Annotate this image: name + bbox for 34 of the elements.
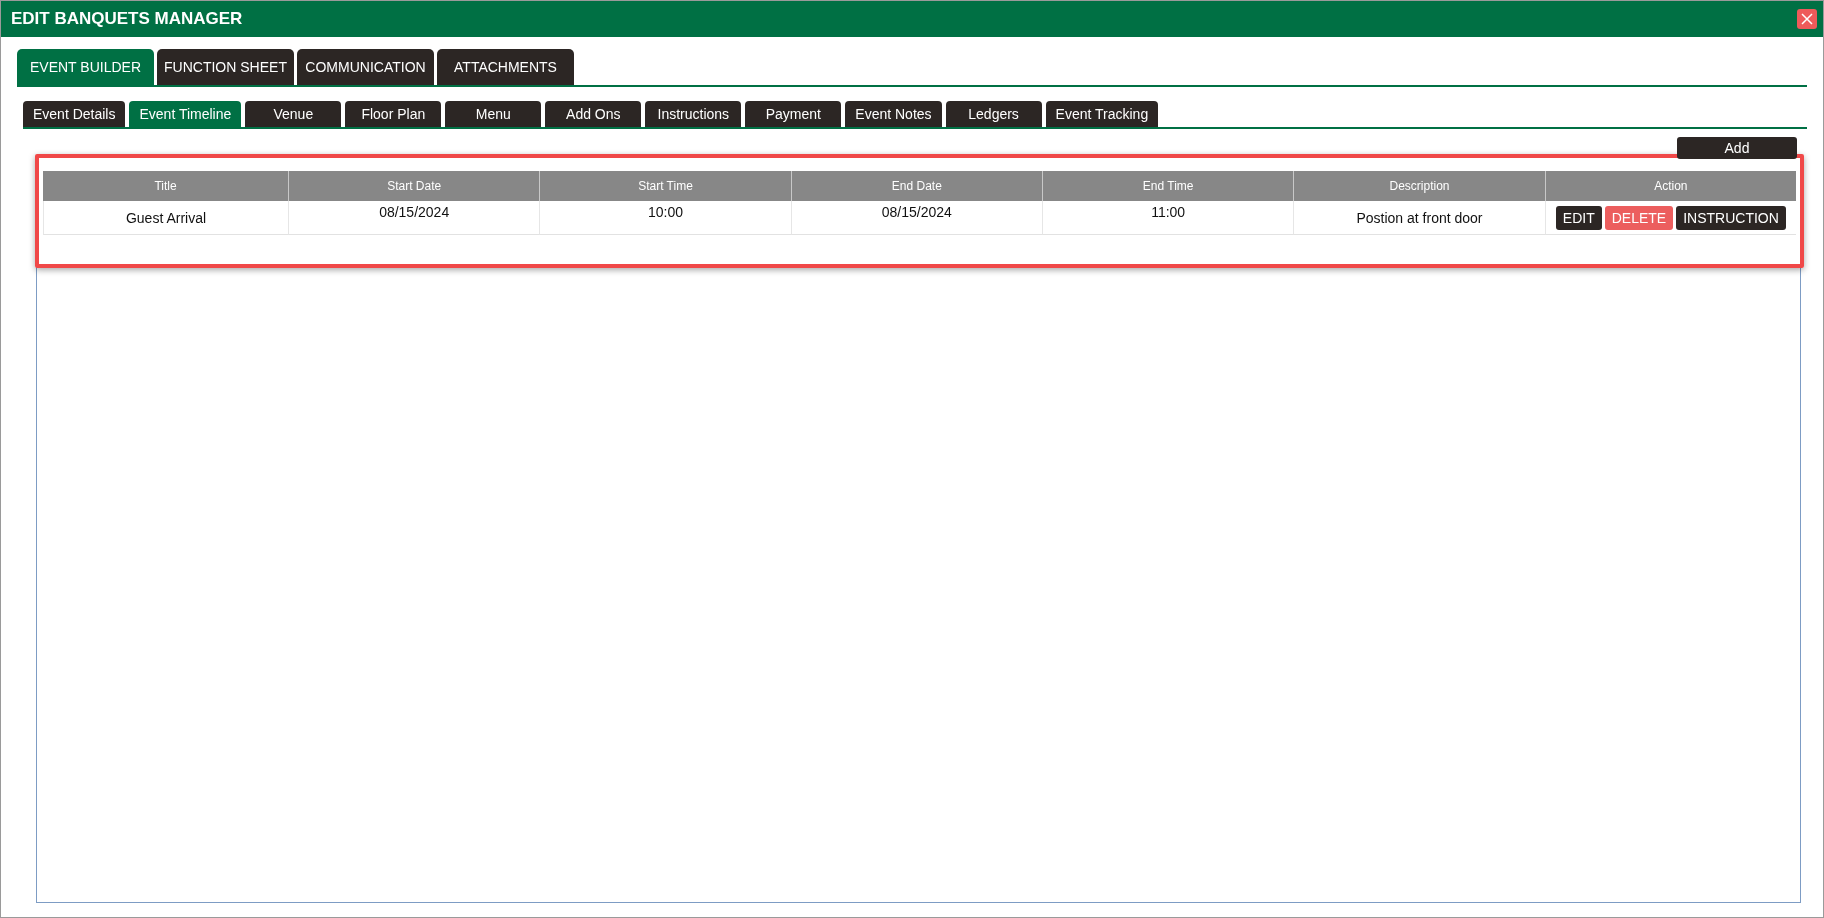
column-header: Title [43, 171, 288, 201]
column-header: End Time [1042, 171, 1294, 201]
close-button[interactable] [1797, 9, 1817, 29]
action-button[interactable]: EDIT [1555, 205, 1602, 230]
window-title: EDIT BANQUETS MANAGER [11, 9, 243, 29]
sub-tab[interactable]: Ledgers [945, 101, 1042, 127]
table-cell: 11:00 [1042, 201, 1294, 235]
main-tab[interactable]: FUNCTION SHEET [157, 49, 294, 85]
table-cell: 10:00 [539, 201, 791, 235]
sub-tab[interactable]: Event Details [23, 101, 126, 127]
table-cell: 08/15/2024 [790, 201, 1042, 235]
table-cell: 08/15/2024 [288, 201, 540, 235]
main-tab[interactable]: ATTACHMENTS [437, 49, 574, 85]
add-button[interactable]: Add [1677, 137, 1797, 159]
main-tab[interactable]: EVENT BUILDER [17, 49, 154, 85]
column-header: End Date [790, 171, 1042, 201]
sub-tab[interactable]: Event Timeline [129, 101, 242, 127]
table-cell: Postion at front door [1293, 201, 1545, 235]
sub-tab[interactable]: Add Ons [545, 101, 642, 127]
column-header: Action [1544, 171, 1796, 201]
sub-tab[interactable]: Instructions [645, 101, 742, 127]
table-cell: Guest Arrival [43, 201, 288, 235]
sub-tab[interactable]: Event Tracking [1045, 101, 1159, 127]
close-icon [1801, 13, 1813, 25]
action-button[interactable]: INSTRUCTION [1676, 205, 1786, 230]
column-header: Start Date [288, 171, 540, 201]
sub-tab[interactable]: Menu [445, 101, 542, 127]
main-tab[interactable]: COMMUNICATION [297, 49, 434, 85]
sub-tab[interactable]: Floor Plan [345, 101, 442, 127]
sub-tab[interactable]: Venue [245, 101, 342, 127]
column-header: Start Time [539, 171, 791, 201]
column-header: Description [1293, 171, 1545, 201]
sub-tab[interactable]: Event Notes [845, 101, 942, 127]
sub-tab[interactable]: Payment [745, 101, 842, 127]
